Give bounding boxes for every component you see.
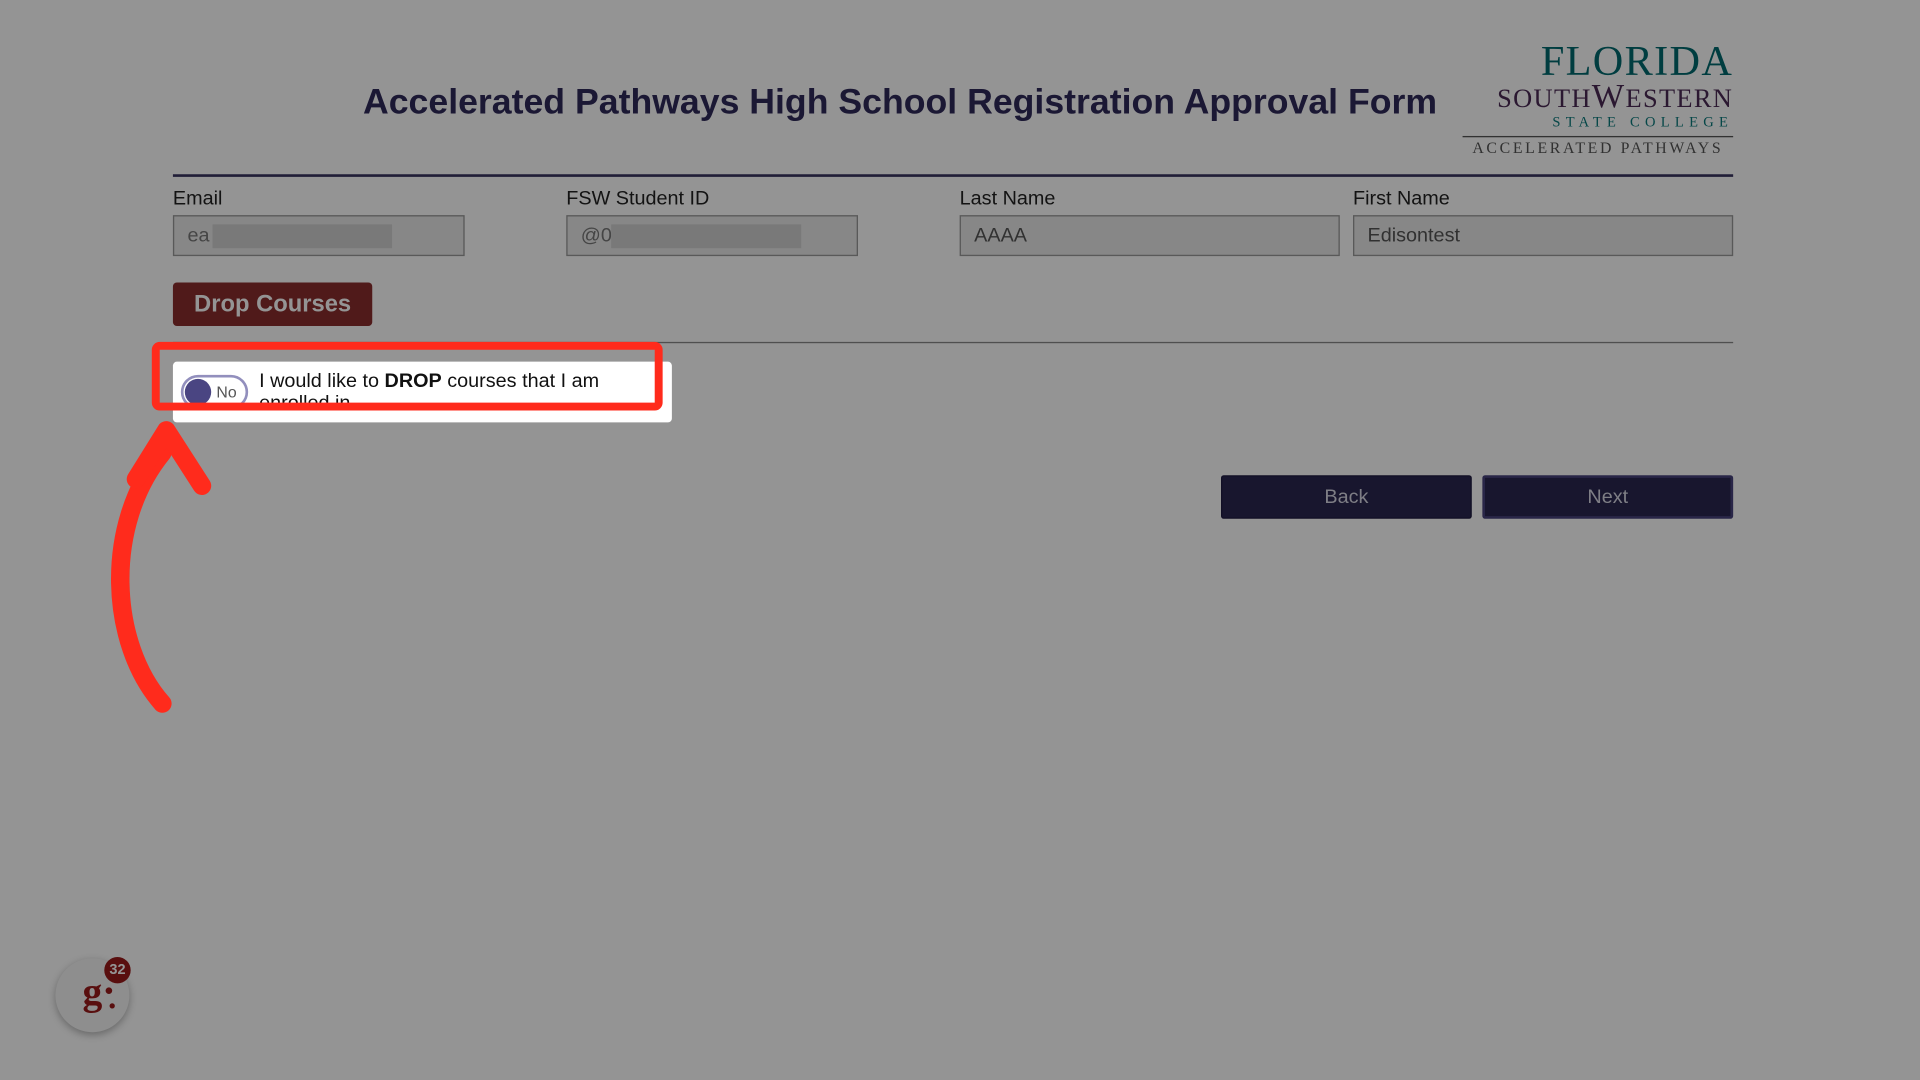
assistant-badge[interactable]: g 32 [55,958,129,1032]
next-button[interactable]: Next [1482,475,1733,519]
drop-text-before: I would like to [259,370,384,392]
last-name-field[interactable] [960,215,1340,256]
first-name-label: First Name [1353,187,1733,209]
first-name-field[interactable] [1353,215,1733,256]
email-label: Email [173,187,553,209]
tab-drop-courses[interactable]: Drop Courses [173,282,372,326]
last-name-label: Last Name [960,187,1340,209]
fsw-logo: FLORIDA SOUTHWESTERN STATE COLLEGE ACCEL… [1463,40,1734,156]
page-title: Accelerated Pathways High School Registr… [363,82,1437,123]
drop-toggle[interactable]: No [181,375,249,409]
drop-toggle-label: I would like to DROP courses that I am e… [259,370,664,415]
logo-line2a: SOUTH [1497,84,1592,113]
toggle-state: No [216,383,236,401]
logo-line1: FLORIDA [1463,40,1734,82]
logo-line3: STATE COLLEGE [1463,116,1734,131]
logo-line2: SOUTHWESTERN [1463,79,1734,113]
logo-line2b: W [1592,77,1626,115]
redaction-block [611,224,801,248]
logo-line2c: ESTERN [1625,84,1733,113]
drop-text-bold: DROP [385,370,442,392]
student-id-label: FSW Student ID [566,187,946,209]
assistant-badge-icon: g [83,970,103,1015]
divider-top [173,174,1733,177]
toggle-knob [185,379,211,405]
back-button[interactable]: Back [1221,475,1472,519]
badge-dot-icon [106,987,113,994]
badge-dot-icon [110,1003,115,1008]
logo-line4: ACCELERATED PATHWAYS [1463,140,1734,156]
logo-divider [1463,136,1734,137]
redaction-block [213,224,393,248]
divider-mid [173,342,1733,343]
drop-toggle-row: No I would like to DROP courses that I a… [173,362,672,423]
assistant-badge-count: 32 [104,957,130,983]
